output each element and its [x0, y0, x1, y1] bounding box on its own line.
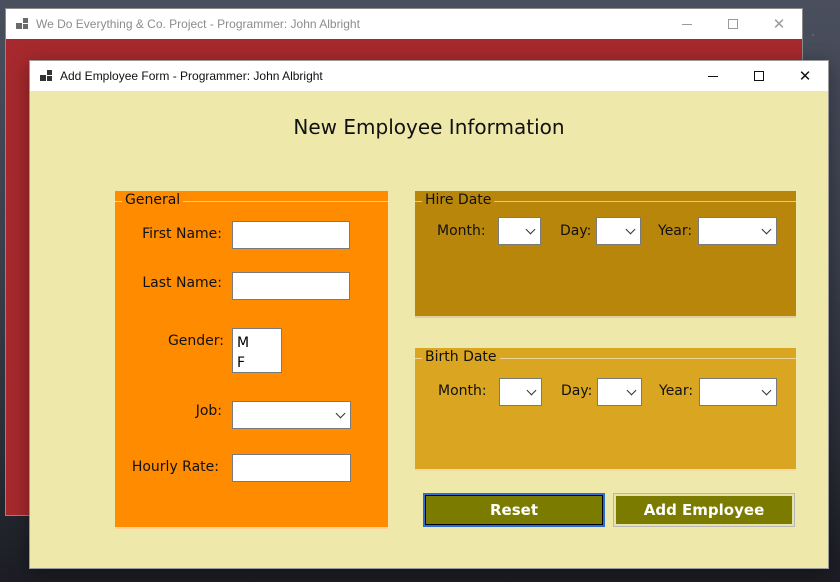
hourly-rate-field[interactable] [232, 454, 351, 482]
close-button[interactable]: ✕ [782, 61, 828, 91]
minimize-icon [682, 23, 692, 25]
chevron-down-icon [526, 385, 537, 396]
hire-year-label: Year: [658, 223, 693, 239]
minimize-button[interactable] [664, 9, 710, 39]
job-dropdown[interactable] [232, 401, 351, 429]
desktop-star [812, 34, 814, 36]
hourly-rate-label: Hourly Rate: [131, 459, 219, 475]
birth-year-dropdown[interactable] [699, 378, 777, 406]
maximize-icon [728, 19, 738, 29]
hire-day-label: Day: [560, 223, 592, 239]
gender-listbox[interactable]: M F [232, 328, 282, 373]
hire-day-dropdown[interactable] [596, 217, 641, 245]
main-window-title: We Do Everything & Co. Project - Program… [36, 17, 360, 31]
first-name-label: First Name: [142, 226, 222, 242]
add-employee-window: Add Employee Form - Programmer: John Alb… [29, 60, 829, 569]
birth-day-dropdown[interactable] [597, 378, 642, 406]
birth-month-dropdown[interactable] [499, 378, 542, 406]
job-label: Job: [195, 403, 222, 419]
app-window-icon [16, 18, 28, 30]
maximize-icon [754, 71, 764, 81]
close-icon: ✕ [772, 15, 786, 33]
last-name-label: Last Name: [142, 275, 222, 291]
minimize-icon [708, 75, 718, 77]
birth-day-label: Day: [561, 383, 593, 399]
chevron-down-icon [525, 224, 536, 235]
birth-date-legend: Birth Date [422, 349, 500, 365]
groupbox-frame [415, 358, 796, 471]
hire-month-dropdown[interactable] [498, 217, 541, 245]
add-employee-button[interactable]: Add Employee [613, 493, 795, 527]
add-employee-window-title: Add Employee Form - Programmer: John Alb… [60, 69, 323, 83]
hire-month-label: Month: [437, 223, 486, 239]
hire-date-groupbox: Hire Date Month: Day: Year: [415, 191, 796, 318]
reset-button[interactable]: Reset [423, 493, 605, 527]
close-icon: ✕ [798, 67, 812, 85]
birth-month-label: Month: [438, 383, 487, 399]
chevron-down-icon [761, 385, 772, 396]
chevron-down-icon [625, 224, 636, 235]
chevron-down-icon [335, 408, 346, 419]
general-legend: General [122, 192, 184, 208]
minimize-button[interactable] [690, 61, 736, 91]
birth-date-groupbox: Birth Date Month: Day: Year: [415, 348, 796, 471]
chevron-down-icon [626, 385, 637, 396]
hire-year-dropdown[interactable] [698, 217, 777, 245]
close-button[interactable]: ✕ [756, 9, 802, 39]
last-name-field[interactable] [232, 272, 350, 300]
gender-option[interactable]: F [237, 353, 277, 373]
chevron-down-icon [761, 224, 772, 235]
main-window-titlebar[interactable]: We Do Everything & Co. Project - Program… [6, 9, 802, 39]
hire-date-legend: Hire Date [422, 192, 495, 208]
gender-label: Gender: [167, 333, 224, 349]
add-employee-titlebar[interactable]: Add Employee Form - Programmer: John Alb… [30, 61, 828, 91]
gender-option[interactable]: M [237, 333, 277, 353]
birth-year-label: Year: [659, 383, 694, 399]
first-name-field[interactable] [232, 221, 350, 249]
app-window-icon [40, 70, 52, 82]
maximize-button[interactable] [736, 61, 782, 91]
maximize-button[interactable] [710, 9, 756, 39]
form-heading: New Employee Information [293, 115, 565, 139]
form-body: New Employee Information General First N… [30, 91, 828, 569]
general-groupbox: General First Name: Last Name: Gender: M… [115, 191, 388, 529]
